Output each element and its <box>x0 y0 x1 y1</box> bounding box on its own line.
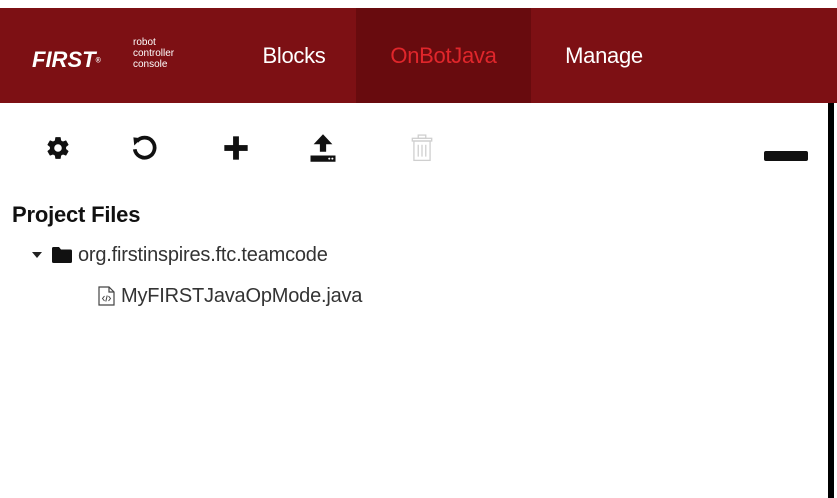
trash-icon <box>411 134 433 162</box>
java-file-icon <box>98 286 115 306</box>
brand-subtitle: robot controller console <box>133 37 175 70</box>
file-toolbar <box>0 118 820 178</box>
refresh-icon <box>132 135 157 160</box>
project-files-heading: Project Files <box>12 202 141 227</box>
file-label: MyFIRSTJavaOpMode.java <box>121 284 363 307</box>
caret-down-icon[interactable] <box>32 252 42 258</box>
plus-icon <box>224 136 248 160</box>
new-file-button[interactable] <box>216 128 256 168</box>
nav-tab-manage[interactable]: Manage <box>534 8 674 103</box>
gear-icon <box>47 137 69 159</box>
panel-right-border[interactable] <box>828 103 834 498</box>
minus-icon <box>764 151 808 161</box>
upload-button[interactable] <box>303 128 343 168</box>
nav-tab-blocks[interactable]: Blocks <box>237 8 351 103</box>
collapse-panel-button[interactable] <box>763 146 809 166</box>
tree-file-myfirstjavaopmode[interactable]: MyFIRSTJavaOpMode.java <box>98 281 362 311</box>
folder-icon <box>52 247 72 263</box>
settings-button[interactable] <box>38 128 78 168</box>
top-strip <box>0 0 837 8</box>
first-logo-text: FIRST® <box>32 47 101 72</box>
app-root: FIRST® robot controller console Blocks O… <box>0 0 837 498</box>
nav-tab-onbotjava[interactable]: OnBotJava <box>356 8 531 103</box>
upload-icon <box>310 134 336 162</box>
delete-button[interactable] <box>402 128 442 168</box>
refresh-button[interactable] <box>124 128 164 168</box>
tree-folder-teamcode[interactable]: org.firstinspires.ftc.teamcode <box>30 240 328 270</box>
folder-label: org.firstinspires.ftc.teamcode <box>78 243 328 266</box>
